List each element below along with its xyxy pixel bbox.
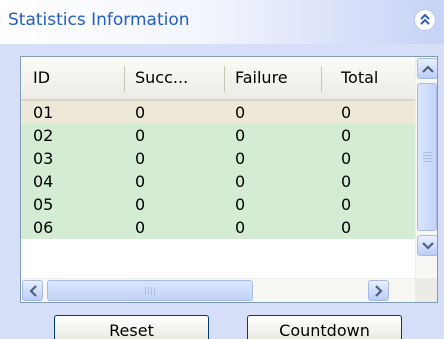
- arrow-right-icon: [374, 284, 383, 297]
- scroll-down-button[interactable]: [417, 235, 437, 256]
- column-separator[interactable]: [321, 66, 322, 92]
- column-header-success[interactable]: Succ...: [135, 57, 223, 99]
- scrollbar-corner: [415, 278, 437, 302]
- grid-header: ID Succ... Failure Total: [21, 57, 415, 101]
- reset-button[interactable]: Reset: [54, 315, 209, 339]
- cell-id: 02: [33, 126, 54, 145]
- cell-id: 03: [33, 149, 54, 168]
- cell-failure: 0: [235, 172, 246, 191]
- table-row[interactable]: 06 0 0 0: [21, 216, 415, 239]
- cell-id: 05: [33, 195, 54, 214]
- cell-id: 04: [33, 172, 54, 191]
- cell-failure: 0: [235, 195, 246, 214]
- scroll-right-button[interactable]: [368, 280, 389, 301]
- double-chevron-up-icon: [420, 14, 430, 25]
- panel-body: ID Succ... Failure Total 01 0 0 0 02 0 0 0 03 0 0 0…: [0, 44, 444, 339]
- column-header-id[interactable]: ID: [33, 57, 123, 99]
- cell-total: 0: [341, 195, 352, 214]
- table-row[interactable]: 04 0 0 0: [21, 170, 415, 193]
- column-separator[interactable]: [124, 66, 125, 92]
- table-row[interactable]: 05 0 0 0: [21, 193, 415, 216]
- column-header-total[interactable]: Total: [341, 57, 415, 99]
- panel-title: Statistics Information: [8, 10, 190, 30]
- cell-success: 0: [135, 103, 146, 122]
- column-separator[interactable]: [224, 66, 225, 92]
- arrow-up-icon: [421, 64, 434, 73]
- cell-total: 0: [341, 126, 352, 145]
- cell-id: 01: [33, 103, 54, 122]
- horizontal-scroll-thumb[interactable]: [47, 280, 253, 301]
- cell-total: 0: [341, 149, 352, 168]
- cell-success: 0: [135, 172, 146, 191]
- cell-failure: 0: [235, 126, 246, 145]
- panel-header[interactable]: Statistics Information: [0, 0, 444, 44]
- cell-success: 0: [135, 126, 146, 145]
- vertical-scroll-thumb[interactable]: [417, 83, 437, 231]
- cell-total: 0: [341, 103, 352, 122]
- arrow-down-icon: [421, 241, 434, 250]
- cell-failure: 0: [235, 103, 246, 122]
- countdown-button[interactable]: Countdown: [247, 315, 402, 339]
- statistics-panel: Statistics Information ID Succ... Failur…: [0, 0, 444, 339]
- table-row[interactable]: 03 0 0 0: [21, 147, 415, 170]
- cell-total: 0: [341, 172, 352, 191]
- cell-failure: 0: [235, 149, 246, 168]
- table-row[interactable]: 01 0 0 0: [21, 101, 415, 124]
- collapse-button[interactable]: [414, 9, 436, 31]
- cell-success: 0: [135, 149, 146, 168]
- cell-success: 0: [135, 195, 146, 214]
- scroll-left-button[interactable]: [22, 280, 43, 301]
- cell-failure: 0: [235, 218, 246, 237]
- vertical-scrollbar[interactable]: [415, 57, 437, 279]
- column-header-failure[interactable]: Failure: [235, 57, 321, 99]
- cell-total: 0: [341, 218, 352, 237]
- cell-success: 0: [135, 218, 146, 237]
- scroll-up-button[interactable]: [417, 58, 437, 79]
- cell-id: 06: [33, 218, 54, 237]
- table-row[interactable]: 02 0 0 0: [21, 124, 415, 147]
- horizontal-scrollbar[interactable]: [21, 278, 417, 302]
- arrow-left-icon: [28, 284, 37, 297]
- statistics-grid[interactable]: ID Succ... Failure Total 01 0 0 0 02 0 0 0 03 0 0 0…: [20, 56, 438, 303]
